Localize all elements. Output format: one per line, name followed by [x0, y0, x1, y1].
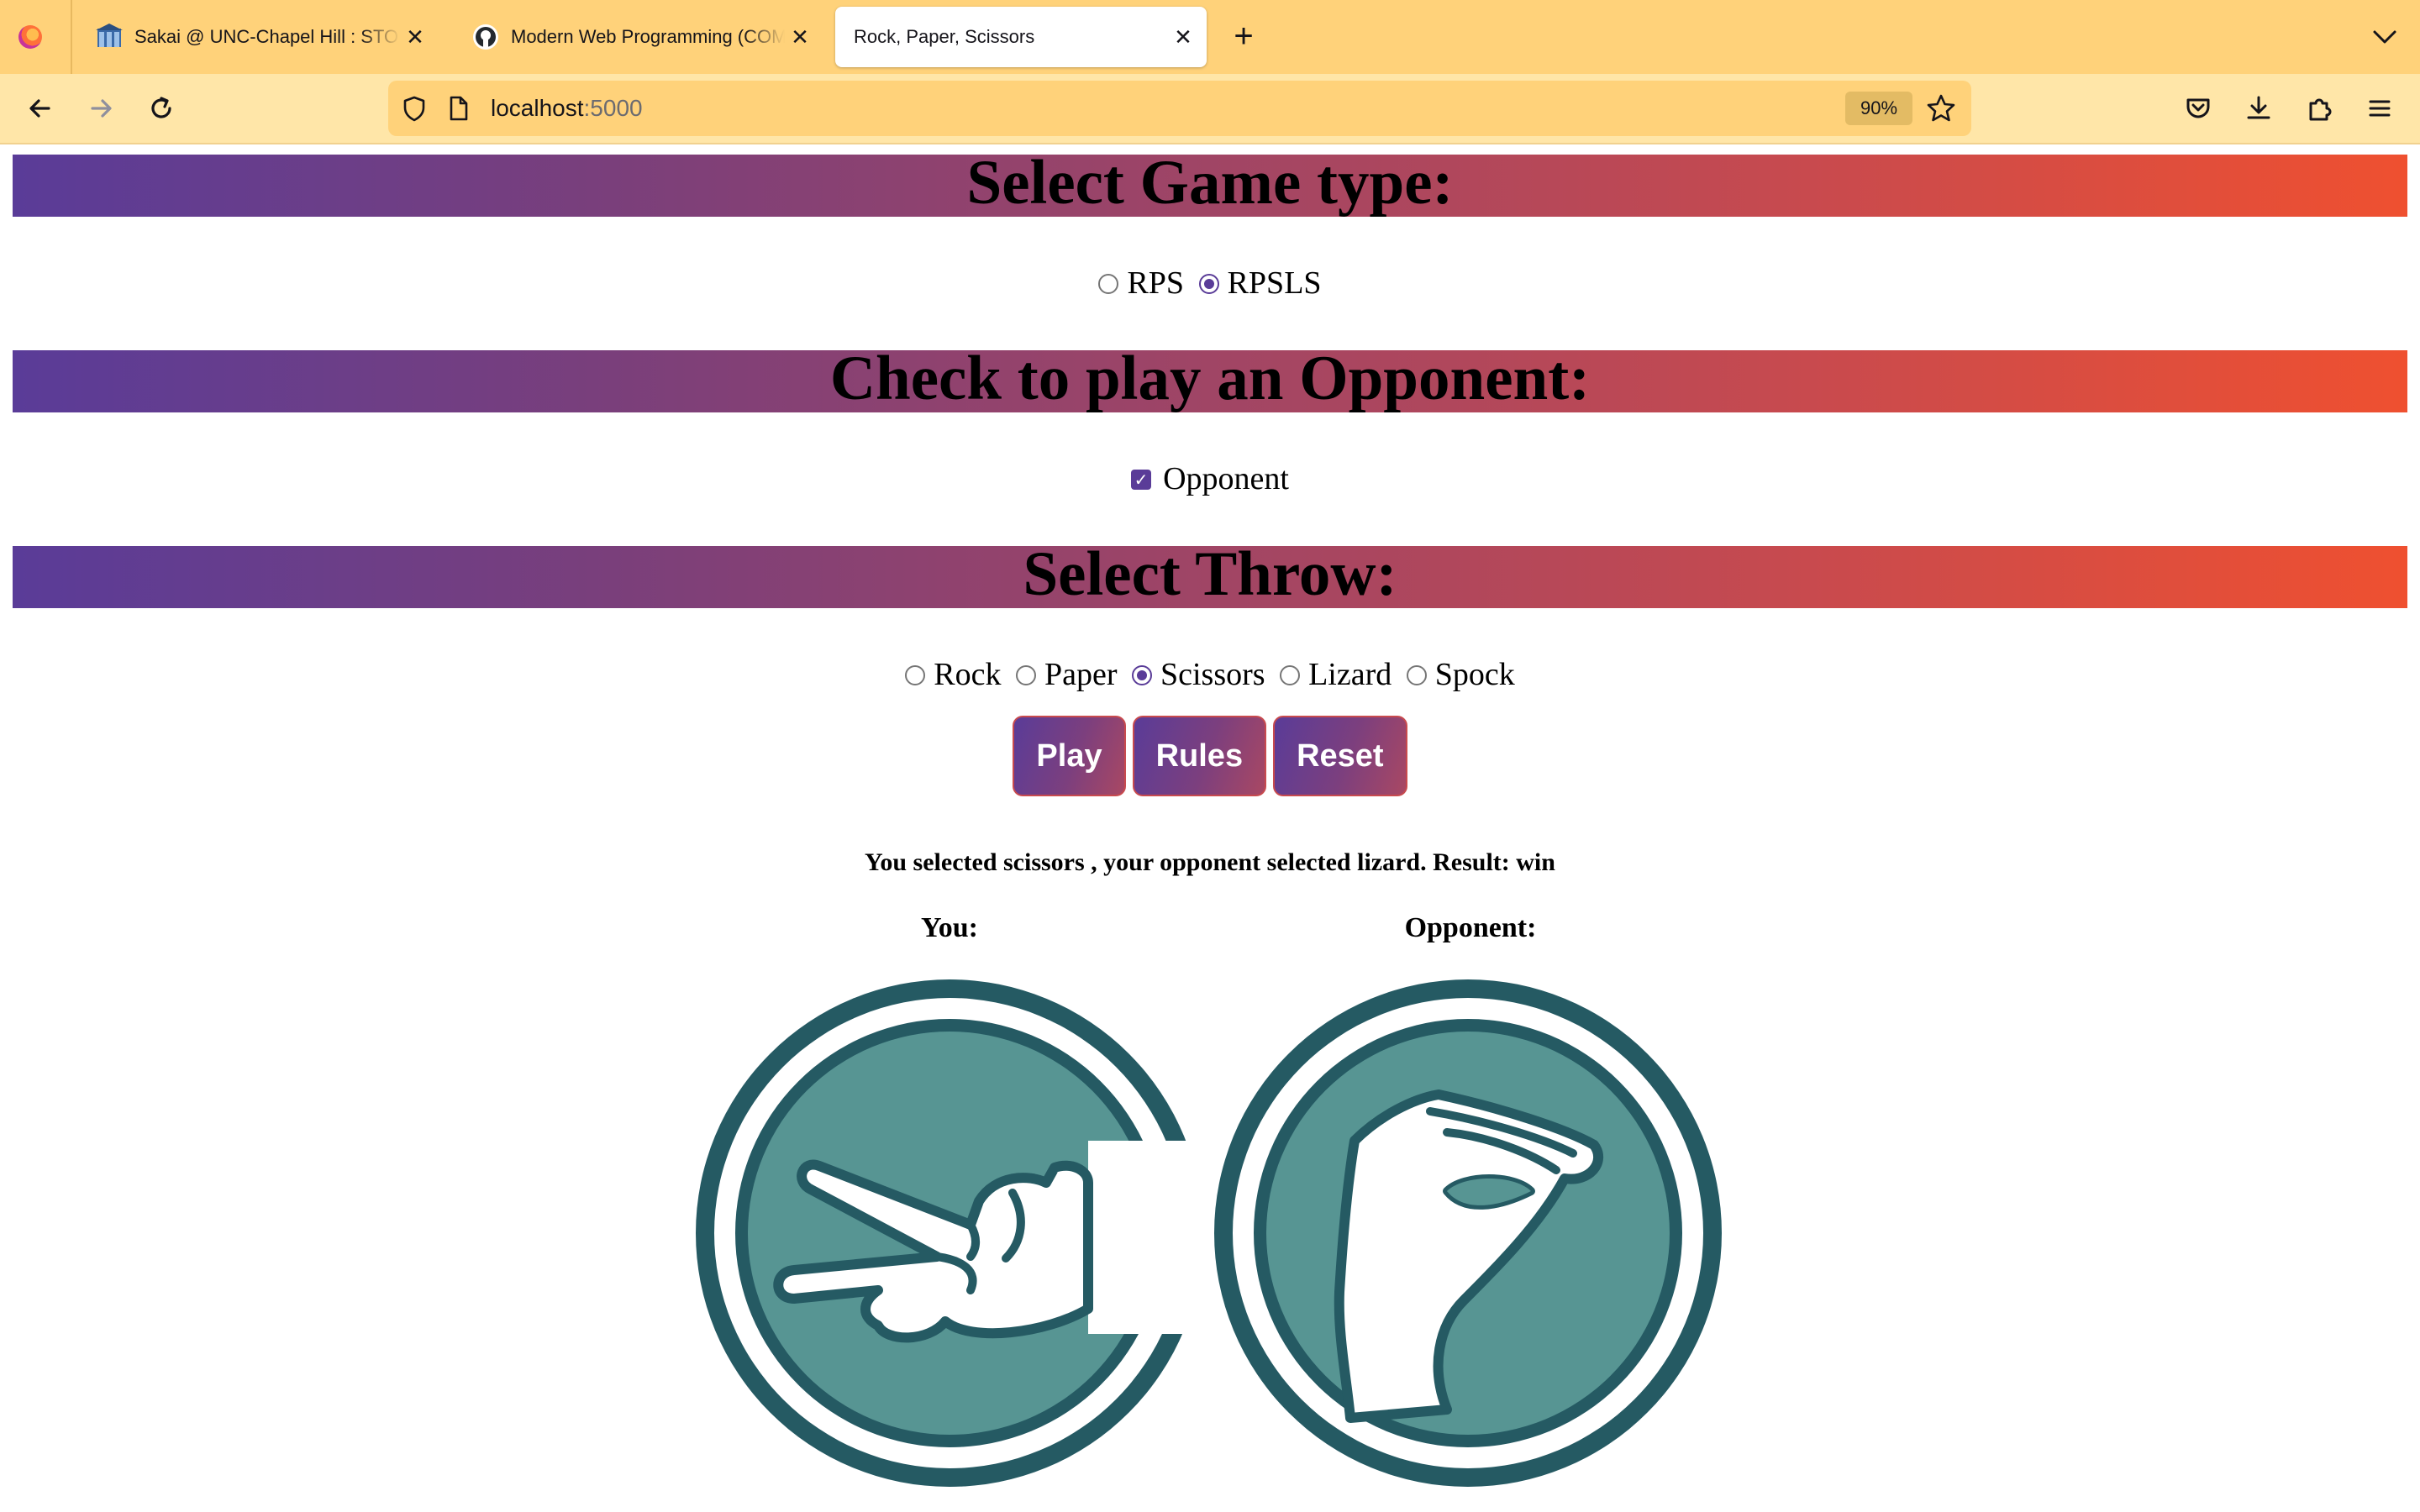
close-icon[interactable]: ✕	[1168, 24, 1198, 50]
option-label: Lizard	[1308, 657, 1392, 693]
zoom-level-badge[interactable]: 90%	[1845, 92, 1912, 125]
browser-tab-bar: Sakai @ UNC-Chapel Hill : STOR ✕ Modern …	[0, 0, 2420, 74]
option-label: Spock	[1434, 657, 1515, 693]
forward-icon[interactable]	[81, 88, 121, 129]
firefox-icon	[18, 25, 42, 49]
opponent-checkbox[interactable]: ✓	[1131, 469, 1152, 490]
reload-icon[interactable]	[141, 88, 182, 129]
extensions-icon[interactable]	[2299, 88, 2339, 129]
page-icon[interactable]	[444, 94, 472, 123]
tab-title: Sakai @ UNC-Chapel Hill : STOR	[134, 26, 400, 47]
download-icon[interactable]	[2238, 88, 2279, 129]
url-text[interactable]: localhost:5000	[491, 81, 643, 136]
tab-title: Rock, Paper, Scissors	[854, 26, 1035, 47]
page-content: Select Game type: RPS RPSLS Check to pla…	[0, 144, 2420, 1512]
back-icon[interactable]	[20, 88, 60, 129]
close-icon[interactable]: ✕	[400, 24, 430, 50]
scissors-hand-image	[696, 979, 1206, 1487]
throw-scissors[interactable]: Scissors	[1132, 656, 1265, 693]
you-label: You:	[920, 912, 979, 943]
opponent-checkbox-label[interactable]: ✓ Opponent	[1131, 460, 1289, 497]
firefox-view-button[interactable]	[0, 0, 72, 74]
chevron-down-icon[interactable]	[2366, 18, 2403, 55]
radio-scissors[interactable]	[1132, 664, 1152, 685]
radio-spock[interactable]	[1406, 664, 1427, 685]
radio-rpsls[interactable]	[1198, 273, 1219, 294]
rules-button[interactable]: Rules	[1132, 716, 1267, 796]
option-label: RPS	[1127, 265, 1185, 302]
radio-lizard[interactable]	[1280, 664, 1301, 685]
reset-button[interactable]: Reset	[1273, 716, 1407, 796]
shield-icon[interactable]	[400, 94, 429, 123]
option-label: Paper	[1044, 657, 1118, 693]
github-icon	[473, 24, 498, 50]
tab-rock-paper-scissors[interactable]: Rock, Paper, Scissors ✕	[835, 7, 1207, 67]
play-button[interactable]: Play	[1013, 716, 1126, 796]
throw-paper[interactable]: Paper	[1015, 656, 1118, 693]
throw-rock[interactable]: Rock	[905, 656, 1001, 693]
tab-sakai[interactable]: Sakai @ UNC-Chapel Hill : STOR ✕	[77, 7, 439, 67]
result-text: You selected scissors , your opponent se…	[865, 848, 1555, 876]
sakai-icon	[96, 24, 123, 47]
radio-paper[interactable]	[1015, 664, 1036, 685]
option-label: Opponent	[1163, 461, 1289, 497]
tab-title: Modern Web Programming (COMP	[511, 26, 785, 47]
throw-options: Rock Paper Scissors Lizard Spock	[0, 654, 2420, 693]
close-icon[interactable]: ✕	[785, 24, 815, 50]
opponent-heading: Check to play an Opponent:	[13, 347, 2407, 412]
throw-spock[interactable]: Spock	[1406, 656, 1515, 693]
game-type-rpsls[interactable]: RPSLS	[1198, 265, 1322, 302]
throw-heading: Select Throw:	[13, 543, 2407, 608]
radio-rps[interactable]	[1098, 273, 1119, 294]
opponent-label: Opponent:	[1404, 912, 1537, 943]
option-label: RPSLS	[1227, 265, 1322, 302]
url-port: :5000	[583, 95, 643, 121]
tab-github[interactable]: Modern Web Programming (COMP ✕	[454, 7, 823, 67]
address-bar[interactable]: localhost:5000 90%	[388, 81, 1971, 136]
opponent-option: ✓ Opponent	[0, 458, 2420, 497]
browser-nav-bar: localhost:5000 90%	[0, 74, 2420, 144]
radio-rock[interactable]	[905, 664, 926, 685]
star-icon[interactable]	[1926, 93, 1956, 123]
lizard-hand-image	[1214, 979, 1722, 1487]
action-buttons: Play Rules Reset	[0, 716, 2420, 796]
plus-icon[interactable]: +	[1223, 17, 1264, 57]
throw-lizard[interactable]: Lizard	[1280, 656, 1392, 693]
game-type-rps[interactable]: RPS	[1098, 265, 1184, 302]
game-type-options: RPS RPSLS	[0, 262, 2420, 302]
option-label: Rock	[934, 657, 1002, 693]
menu-icon[interactable]	[2360, 88, 2400, 129]
option-label: Scissors	[1160, 657, 1265, 693]
game-type-heading: Select Game type:	[13, 151, 2407, 217]
pocket-icon[interactable]	[2178, 88, 2218, 129]
url-host: localhost	[491, 95, 584, 121]
